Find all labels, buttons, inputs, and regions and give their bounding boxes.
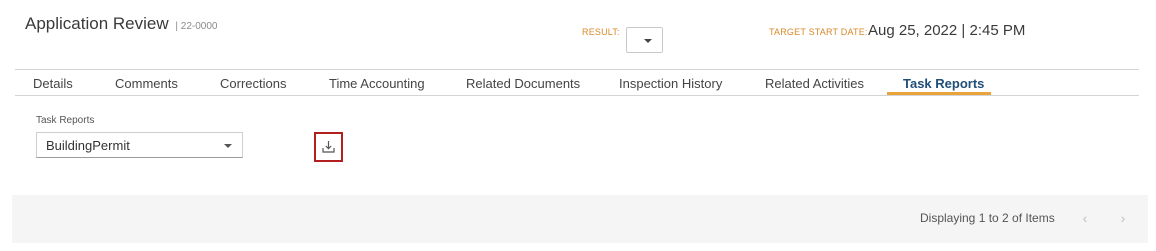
page-title: Application Review | 22-0000 — [25, 14, 217, 34]
result-label: RESULT: — [582, 27, 620, 37]
caret-down-icon — [224, 144, 232, 148]
page-title-text: Application Review — [25, 14, 169, 33]
task-reports-label: Task Reports — [36, 115, 95, 126]
target-start-date-label: TARGET START DATE: — [769, 27, 868, 37]
download-icon — [322, 141, 335, 153]
tab-task-reports[interactable]: Task Reports — [903, 76, 984, 91]
target-start-date-value: Aug 25, 2022 | 2:45 PM — [868, 22, 1026, 39]
tab-bar: Details Comments Corrections Time Accoun… — [15, 70, 1139, 96]
chevron-left-icon[interactable]: ‹ — [1076, 209, 1094, 227]
title-separator: | — [175, 21, 178, 32]
task-reports-selected-value: BuildingPermit — [46, 138, 130, 153]
tab-corrections[interactable]: Corrections — [220, 76, 286, 91]
caret-down-icon — [644, 39, 652, 43]
tab-details[interactable]: Details — [33, 76, 73, 91]
active-tab-indicator — [887, 92, 991, 95]
task-reports-dropdown[interactable]: BuildingPermit — [36, 132, 243, 158]
tab-related-activities[interactable]: Related Activities — [765, 76, 864, 91]
pager-status-text: Displaying 1 to 2 of Items — [920, 211, 1055, 225]
record-number: | 22-0000 — [175, 21, 217, 32]
tab-related-documents[interactable]: Related Documents — [466, 76, 580, 91]
page-header: Application Review | 22-0000 RESULT: TAR… — [0, 0, 1156, 70]
pager-footer: Displaying 1 to 2 of Items ‹ › — [12, 195, 1148, 243]
download-button[interactable] — [314, 132, 343, 162]
tab-comments[interactable]: Comments — [115, 76, 178, 91]
record-number-value: 22-0000 — [180, 21, 218, 32]
result-dropdown[interactable] — [626, 27, 663, 53]
chevron-right-icon[interactable]: › — [1114, 209, 1132, 227]
tab-inspection-history[interactable]: Inspection History — [619, 76, 722, 91]
tab-time-accounting[interactable]: Time Accounting — [329, 76, 425, 91]
